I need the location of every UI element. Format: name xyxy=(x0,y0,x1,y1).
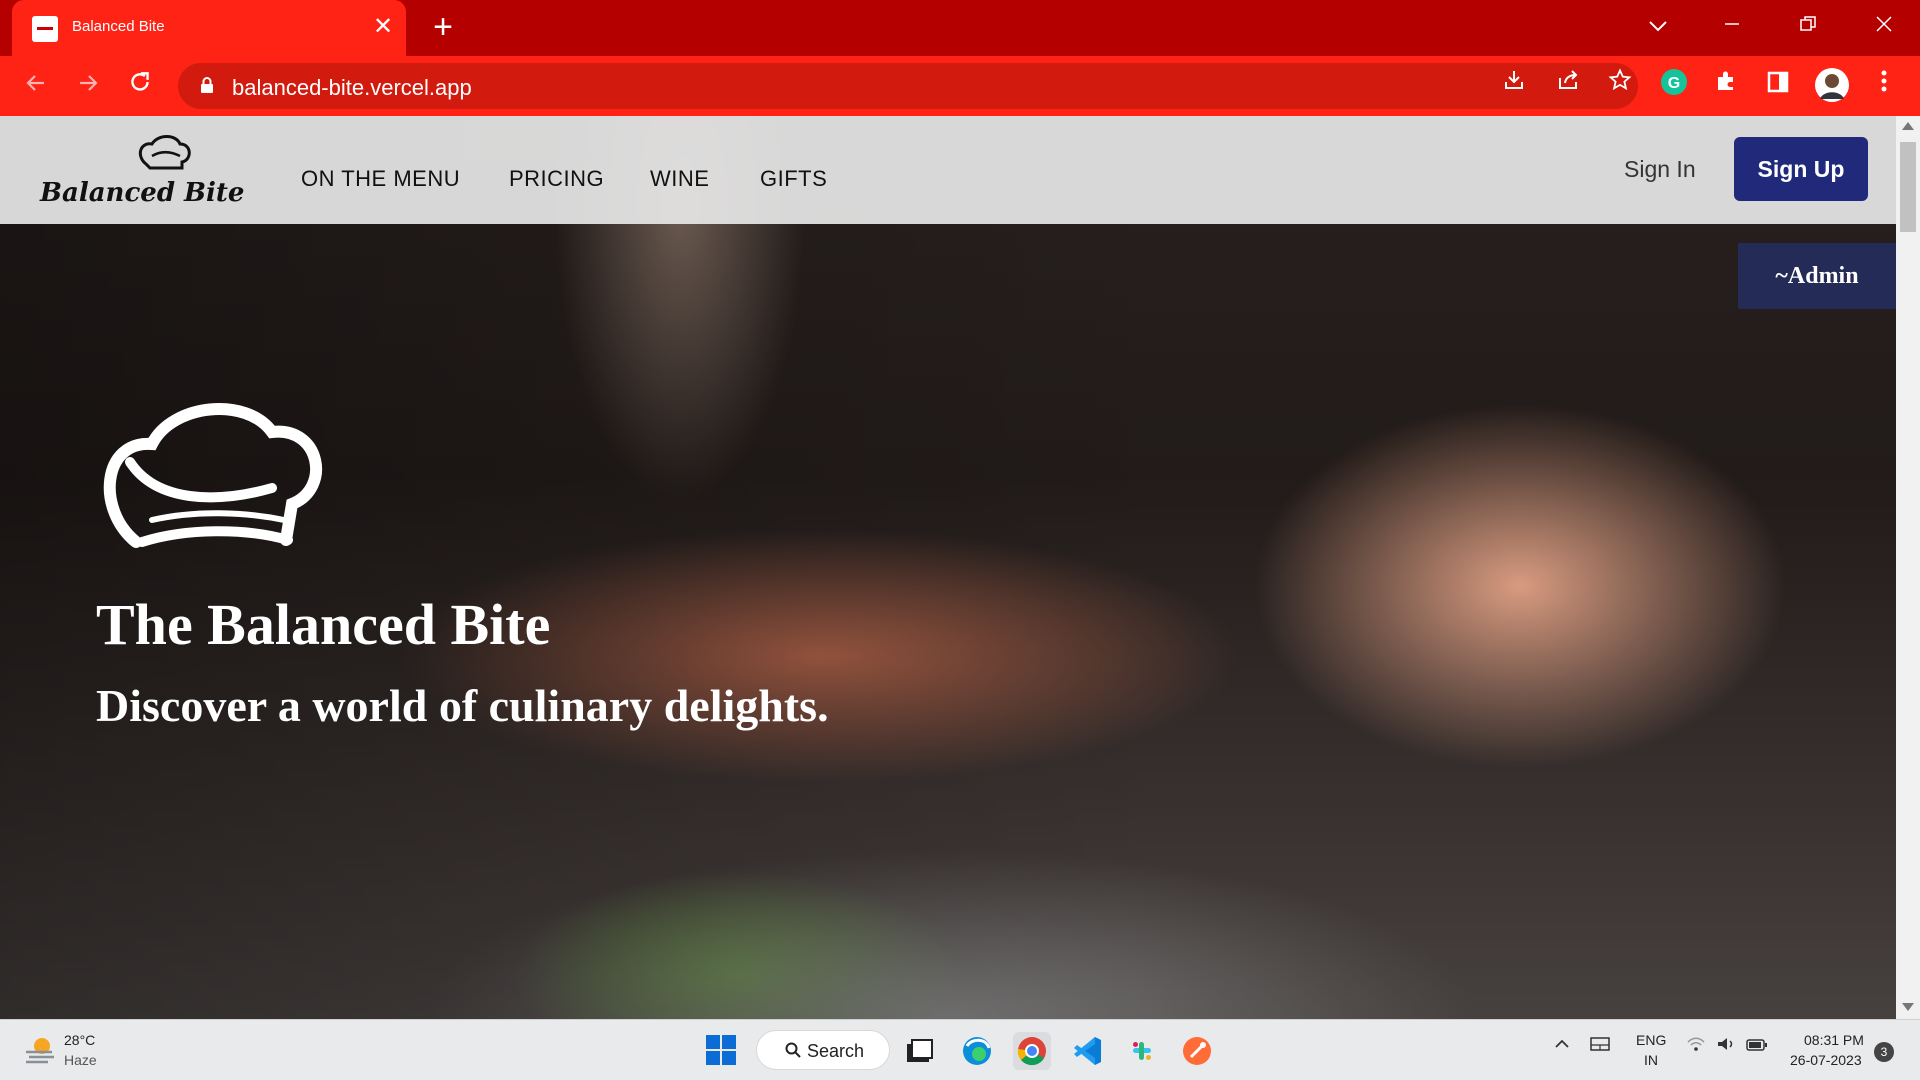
windows-start-icon[interactable] xyxy=(705,1034,737,1066)
restore-icon[interactable] xyxy=(1788,10,1828,40)
logo-text: Balanced Bite xyxy=(40,178,245,208)
reload-icon[interactable] xyxy=(120,66,160,106)
sign-up-button[interactable]: Sign Up xyxy=(1734,137,1868,201)
forward-icon[interactable] xyxy=(68,66,108,106)
url-text[interactable]: balanced-bite.vercel.app xyxy=(232,75,472,101)
menu-icon[interactable] xyxy=(1866,68,1902,104)
site-logo[interactable]: Balanced Bite xyxy=(40,134,244,214)
admin-button[interactable]: ~Admin xyxy=(1738,243,1896,309)
scroll-thumb[interactable] xyxy=(1900,142,1916,232)
install-icon[interactable] xyxy=(1496,67,1532,103)
svg-text:G: G xyxy=(1668,75,1680,92)
chef-hat-icon xyxy=(138,135,191,170)
tab-strip: Balanced Bite ✕ + xyxy=(0,0,1920,56)
sign-in-link[interactable]: Sign In xyxy=(1624,156,1696,183)
hero-title: The Balanced Bite xyxy=(96,592,551,657)
tab-title: Balanced Bite xyxy=(72,18,165,35)
profile-avatar[interactable] xyxy=(1814,68,1850,104)
notification-badge[interactable]: 3 xyxy=(1874,1042,1894,1062)
chef-hat-icon xyxy=(103,403,322,548)
volume-icon[interactable] xyxy=(1716,1036,1736,1057)
slack-icon[interactable] xyxy=(1123,1032,1161,1070)
clock-time[interactable]: 08:31 PM xyxy=(1804,1032,1864,1048)
wifi-icon[interactable] xyxy=(1686,1036,1706,1057)
address-bar[interactable]: balanced-bite.vercel.app xyxy=(178,63,1638,109)
windows-taskbar: 28°C Haze Search ENG IN 08:31 PM 26-07-2… xyxy=(0,1019,1920,1080)
language-indicator[interactable]: ENG xyxy=(1636,1032,1666,1048)
nav-wine[interactable]: WINE xyxy=(650,166,709,192)
hero-subtitle: Discover a world of culinary delights. xyxy=(96,680,829,731)
lock-icon[interactable] xyxy=(200,77,214,93)
browser-tab[interactable]: Balanced Bite ✕ xyxy=(12,0,406,56)
new-tab-button[interactable]: + xyxy=(426,10,460,44)
vscode-icon[interactable] xyxy=(1068,1032,1106,1070)
show-hidden-icons[interactable] xyxy=(1554,1036,1570,1057)
grammarly-icon[interactable]: G xyxy=(1656,68,1692,104)
scroll-up-arrow-icon[interactable] xyxy=(1902,122,1914,130)
postman-icon[interactable] xyxy=(1178,1032,1216,1070)
browser-toolbar: balanced-bite.vercel.app G xyxy=(0,56,1920,116)
share-icon[interactable] xyxy=(1550,67,1586,103)
hero-overlay xyxy=(0,116,1896,1019)
region-indicator[interactable]: IN xyxy=(1644,1052,1658,1068)
nav-pricing[interactable]: PRICING xyxy=(509,166,604,192)
search-icon xyxy=(785,1042,801,1058)
minimize-icon[interactable] xyxy=(1712,10,1752,40)
back-icon[interactable] xyxy=(16,66,56,106)
battery-icon[interactable] xyxy=(1746,1036,1768,1057)
nav-on-the-menu[interactable]: ON THE MENU xyxy=(301,166,460,192)
extensions-icon[interactable] xyxy=(1708,68,1744,104)
chrome-icon[interactable] xyxy=(1013,1032,1051,1070)
taskbar-search[interactable]: Search xyxy=(756,1030,890,1070)
clock-date[interactable]: 26-07-2023 xyxy=(1790,1052,1862,1068)
star-icon[interactable] xyxy=(1602,67,1638,103)
weather-condition[interactable]: Haze xyxy=(64,1052,97,1068)
favicon-icon xyxy=(32,16,58,42)
nav-gifts[interactable]: GIFTS xyxy=(760,166,827,192)
search-label: Search xyxy=(807,1041,865,1061)
close-window-icon[interactable] xyxy=(1864,10,1904,40)
keyboard-tray-icon[interactable] xyxy=(1590,1036,1610,1057)
web-page: Balanced Bite ON THE MENU PRICING WINE G… xyxy=(0,116,1896,1019)
file-explorer-icon[interactable] xyxy=(900,1032,938,1070)
weather-temperature[interactable]: 28°C xyxy=(64,1032,95,1048)
sidepanel-icon[interactable] xyxy=(1760,68,1796,104)
scroll-down-arrow-icon[interactable] xyxy=(1902,1003,1914,1011)
weather-haze-icon[interactable] xyxy=(24,1036,56,1064)
edge-icon[interactable] xyxy=(958,1032,996,1070)
page-scrollbar[interactable] xyxy=(1896,116,1920,1019)
hero-background-image xyxy=(0,116,1896,1019)
site-header: Balanced Bite ON THE MENU PRICING WINE G… xyxy=(0,116,1896,224)
tab-search-icon[interactable] xyxy=(1638,10,1678,40)
close-tab-icon[interactable]: ✕ xyxy=(368,12,398,42)
